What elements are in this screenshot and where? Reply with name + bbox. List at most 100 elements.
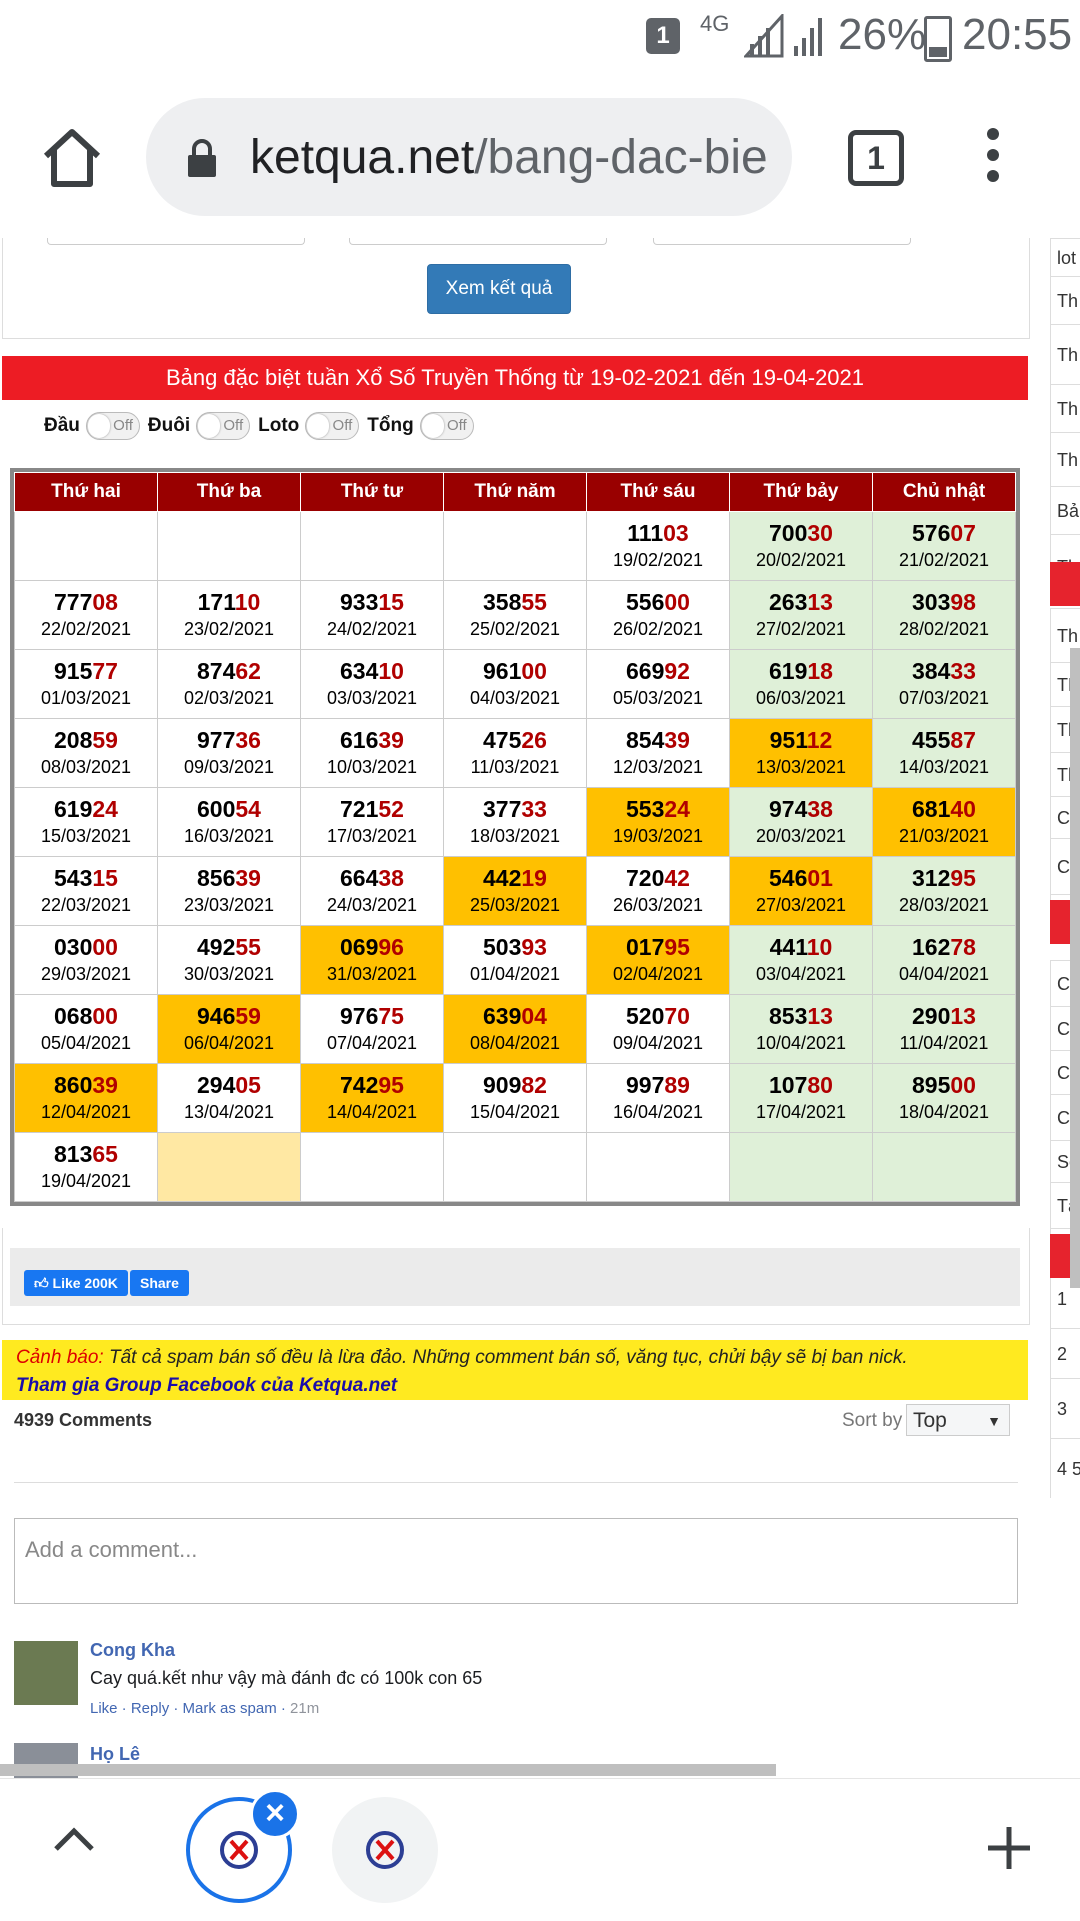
result-date: 22/03/2021	[40, 895, 132, 915]
result-number: 97675	[340, 1003, 404, 1029]
last-two-digits: 07	[950, 520, 976, 546]
new-tab-icon[interactable]	[984, 1823, 1034, 1873]
last-two-digits: 39	[92, 1072, 118, 1098]
last-two-digits: 89	[664, 1072, 690, 1098]
result-date: 31/03/2021	[326, 964, 418, 984]
last-two-digits: 10	[806, 934, 833, 960]
result-cell	[872, 1132, 1016, 1202]
result-number: 72152	[340, 796, 404, 822]
tab-switcher-button[interactable]: 1	[848, 130, 904, 186]
result-date: 16/03/2021	[183, 826, 275, 846]
result-date: 06/04/2021	[183, 1033, 275, 1053]
result-number: 74295	[340, 1072, 404, 1098]
result-cell: 26313 27/02/2021	[729, 580, 873, 650]
last-two-digits: 30	[807, 520, 833, 546]
result-date: 28/02/2021	[898, 619, 990, 639]
result-cell: 06800 05/04/2021	[14, 994, 158, 1064]
last-two-digits: 00	[521, 658, 547, 684]
home-icon[interactable]	[40, 126, 104, 190]
result-cell: 77708 22/02/2021	[14, 580, 158, 650]
result-number: 61918	[769, 658, 833, 684]
sidebar-item[interactable]: 2	[1050, 1328, 1080, 1378]
last-two-digits: 36	[235, 727, 261, 753]
toggle-dau[interactable]: Off	[85, 412, 140, 440]
result-cell: 01795 02/04/2021	[586, 925, 730, 995]
last-two-digits: 59	[235, 1003, 261, 1029]
sidebar-item[interactable]: 4 5	[1050, 1438, 1080, 1498]
result-number: 90982	[483, 1072, 547, 1098]
close-tab-icon[interactable]: ×	[250, 1789, 300, 1839]
result-cell: 95112 13/03/2021	[729, 718, 873, 788]
result-number: 94659	[197, 1003, 261, 1029]
sidebar-item[interactable]: lot	[1050, 238, 1080, 276]
result-cell: 45587 14/03/2021	[872, 718, 1016, 788]
address-bar[interactable]: ketqua.net/bang-dac-bie	[146, 98, 792, 216]
select-field[interactable]	[349, 238, 607, 245]
result-number: 87462	[197, 658, 261, 684]
result-cell: 52070 09/04/2021	[586, 994, 730, 1064]
avatar[interactable]	[14, 1641, 78, 1705]
select-field[interactable]	[47, 238, 305, 245]
result-number: 66992	[626, 658, 690, 684]
result-number: 85639	[197, 865, 261, 891]
sort-select[interactable]: Top ▼	[906, 1404, 1010, 1436]
result-date: 21/03/2021	[898, 826, 990, 846]
result-date: 26/02/2021	[612, 619, 704, 639]
horizontal-scrollbar[interactable]	[0, 1764, 776, 1776]
result-cell: 54315 22/03/2021	[14, 856, 158, 926]
sidebar-item[interactable]: Th lot	[1050, 324, 1080, 384]
lock-icon	[188, 139, 216, 177]
select-field[interactable]	[653, 238, 911, 245]
sidebar-item[interactable]: Th	[1050, 384, 1080, 432]
sidebar-item[interactable]: Th	[1050, 276, 1080, 324]
comment-author[interactable]: Họ Lê	[90, 1744, 140, 1765]
sidebar-item[interactable]: 3	[1050, 1378, 1080, 1438]
comment-input[interactable]: Add a comment...	[14, 1518, 1018, 1604]
sidebar-item[interactable]: Bả	[1050, 486, 1080, 534]
result-number: 55324	[626, 796, 690, 822]
facebook-share-button[interactable]: Share	[130, 1270, 189, 1296]
result-cell: 99789 16/04/2021	[586, 1063, 730, 1133]
result-number: 95112	[769, 727, 833, 753]
result-cell: 85639 23/03/2021	[157, 856, 301, 926]
overflow-menu-icon[interactable]	[986, 128, 1000, 188]
chevron-up-icon[interactable]	[52, 1827, 96, 1853]
comment-actions[interactable]: Like · Reply · Mark as spam · 21m	[90, 1700, 319, 1717]
sidebar-item[interactable]: Th	[1050, 432, 1080, 486]
result-cell: 44219 25/03/2021	[443, 856, 587, 926]
toggle-duoi[interactable]: Off	[196, 412, 251, 440]
last-two-digits: 75	[378, 1003, 404, 1029]
result-cell: 20859 08/03/2021	[14, 718, 158, 788]
last-two-digits: 55	[521, 589, 547, 615]
result-cell: 94659 06/04/2021	[157, 994, 301, 1064]
result-number: 63410	[340, 658, 404, 684]
result-date: 04/04/2021	[898, 964, 990, 984]
result-cell: 85313 10/04/2021	[729, 994, 873, 1064]
facebook-like-button[interactable]: 👍︎ Like 200K	[24, 1270, 128, 1296]
last-two-digits: 82	[521, 1072, 547, 1098]
result-date: 30/03/2021	[183, 964, 275, 984]
comment-action-links[interactable]: Like · Reply · Mark as spam ·	[90, 1700, 290, 1717]
result-number: 10780	[769, 1072, 833, 1098]
result-number: 85313	[769, 1003, 833, 1029]
tab-bubble[interactable]	[332, 1797, 438, 1903]
facebook-group-link[interactable]: Tham gia Group Facebook của Ketqua.net	[16, 1372, 1028, 1400]
last-two-digits: 92	[664, 658, 690, 684]
social-bar: 👍︎ Like 200K Share	[10, 1248, 1020, 1306]
last-two-digits: 55	[235, 934, 261, 960]
result-cell: 89500 18/04/2021	[872, 1063, 1016, 1133]
result-cell: 17110 23/02/2021	[157, 580, 301, 650]
result-cell: 72152 17/03/2021	[300, 787, 444, 857]
comment-author[interactable]: Cong Kha	[90, 1640, 175, 1661]
toggle-loto[interactable]: Off	[305, 412, 360, 440]
last-two-digits: 39	[664, 727, 690, 753]
view-results-button[interactable]: Xem kết quả	[427, 264, 571, 314]
last-two-digits: 59	[92, 727, 118, 753]
toggle-tong[interactable]: Off	[419, 412, 474, 440]
result-number: 57607	[912, 520, 976, 546]
result-number: 55600	[626, 589, 690, 615]
result-number: 61639	[340, 727, 404, 753]
vertical-scrollbar[interactable]	[1070, 648, 1080, 1288]
result-number: 77708	[54, 589, 118, 615]
comments-count: 4939 Comments	[14, 1410, 153, 1430]
